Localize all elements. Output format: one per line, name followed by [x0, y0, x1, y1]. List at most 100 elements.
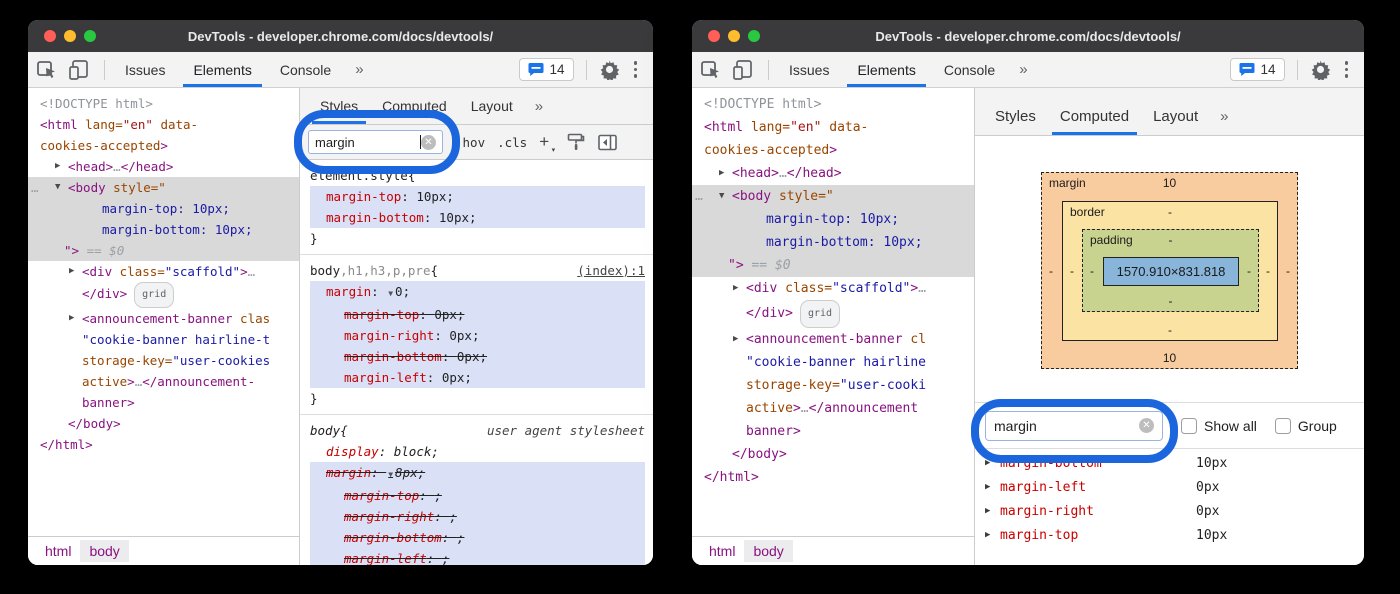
- tab-styles[interactable]: Styles: [308, 88, 370, 124]
- computed-property-row[interactable]: ▶margin-bottom10px: [975, 451, 1364, 475]
- css-property[interactable]: margin-left: ;: [310, 548, 645, 565]
- clear-filter-icon[interactable]: ✕: [421, 135, 436, 150]
- margin-right-value[interactable]: -: [1286, 264, 1290, 278]
- dom-node-line[interactable]: "> == $0: [28, 240, 299, 261]
- dom-node-line[interactable]: </body>: [28, 413, 299, 434]
- dom-node-line[interactable]: <!DOCTYPE html>: [28, 93, 299, 114]
- margin-top-value[interactable]: 10: [1042, 176, 1297, 190]
- dom-node-line[interactable]: …▼<body style=": [28, 177, 299, 198]
- tab-console[interactable]: Console: [930, 52, 1009, 87]
- dom-node-line[interactable]: ▶<div class="scaffold">…: [692, 277, 974, 300]
- dom-node-line[interactable]: </html>: [692, 466, 974, 489]
- dom-node-line[interactable]: cookies-accepted>: [28, 135, 299, 156]
- minimize-button[interactable]: [64, 30, 76, 42]
- css-property[interactable]: margin-bottom: 0px;: [310, 346, 645, 367]
- expand-arrow-right-icon[interactable]: ▶: [69, 261, 74, 282]
- expand-arrow-right-icon[interactable]: ▶: [69, 308, 74, 329]
- padding-left-value[interactable]: -: [1090, 264, 1094, 278]
- dom-node-line[interactable]: active>…</announcement-: [28, 371, 299, 392]
- dom-node-line[interactable]: banner>: [28, 392, 299, 413]
- toggle-classes-button[interactable]: .cls: [497, 135, 527, 150]
- tab-console[interactable]: Console: [266, 52, 345, 87]
- tab-computed[interactable]: Computed: [1048, 108, 1141, 135]
- margin-bottom-value[interactable]: 10: [1042, 351, 1297, 365]
- tab-elements[interactable]: Elements: [179, 52, 265, 87]
- expand-arrow-right-icon[interactable]: ▶: [733, 328, 738, 351]
- zoom-button[interactable]: [84, 30, 96, 42]
- menu-kebab-icon[interactable]: [626, 61, 646, 78]
- css-property[interactable]: margin-right: 0px;: [310, 325, 645, 346]
- clear-filter-icon[interactable]: ✕: [1139, 418, 1154, 433]
- checkbox-icon[interactable]: [1181, 418, 1197, 434]
- more-tabs-icon[interactable]: »: [1210, 108, 1238, 135]
- dom-node-line[interactable]: </body>: [692, 443, 974, 466]
- dock-sidebar-icon[interactable]: [598, 134, 618, 151]
- expand-arrow-down-icon[interactable]: ▼: [719, 185, 724, 208]
- dom-node-line[interactable]: "> == $0: [692, 254, 974, 277]
- more-tabs-icon[interactable]: »: [525, 88, 553, 124]
- more-tabs-icon[interactable]: »: [1009, 52, 1037, 87]
- computed-property-row[interactable]: ▶margin-left0px: [975, 475, 1364, 499]
- breadcrumb-html[interactable]: html: [36, 540, 80, 562]
- grid-badge[interactable]: grid: [134, 282, 174, 308]
- more-tabs-icon[interactable]: »: [345, 52, 373, 87]
- dom-node-line[interactable]: …▼<body style=": [692, 185, 974, 208]
- dom-node-line[interactable]: ▶<head>…</head>: [28, 156, 299, 177]
- expand-arrow-right-icon[interactable]: ▶: [985, 458, 1000, 468]
- breadcrumb-html[interactable]: html: [700, 540, 744, 562]
- menu-kebab-icon[interactable]: [1337, 61, 1357, 78]
- expand-arrow-right-icon[interactable]: ▶: [719, 162, 724, 185]
- new-style-rule-button[interactable]: +▾: [539, 132, 554, 152]
- device-toolbar-icon[interactable]: [732, 59, 754, 81]
- border-left-value[interactable]: -: [1070, 264, 1074, 278]
- dom-node-line[interactable]: <html lang="en" data-: [692, 116, 974, 139]
- expand-shorthand-icon[interactable]: ▼: [386, 289, 395, 298]
- css-property[interactable]: margin-top: ;: [310, 485, 645, 506]
- tab-issues[interactable]: Issues: [111, 52, 179, 87]
- padding-right-value[interactable]: -: [1247, 264, 1251, 278]
- box-model-content[interactable]: 1570.910×831.818: [1103, 257, 1239, 286]
- css-property[interactable]: margin-bottom: 10px;: [310, 207, 645, 228]
- tab-computed[interactable]: Computed: [370, 88, 459, 124]
- margin-left-value[interactable]: -: [1049, 264, 1053, 278]
- border-bottom-value[interactable]: -: [1063, 323, 1277, 337]
- dom-node-line[interactable]: banner>: [692, 420, 974, 443]
- breadcrumb-body[interactable]: body: [80, 540, 128, 562]
- tab-issues[interactable]: Issues: [775, 52, 843, 87]
- border-top-value[interactable]: -: [1063, 205, 1277, 219]
- dom-node-line[interactable]: <html lang="en" data-: [28, 114, 299, 135]
- hidden-nodes-ellipsis[interactable]: …: [695, 185, 703, 208]
- dom-node-line[interactable]: ▶<announcement-banner cl: [692, 328, 974, 351]
- computed-filter-input[interactable]: margin ✕: [985, 411, 1163, 441]
- dom-node-line[interactable]: margin-top: 10px;: [28, 198, 299, 219]
- tab-styles[interactable]: Styles: [983, 108, 1048, 135]
- dom-node-line[interactable]: margin-bottom: 10px;: [692, 231, 974, 254]
- expand-arrow-right-icon[interactable]: ▶: [985, 482, 1000, 492]
- box-model-margin[interactable]: margin 10 10 - - border - - - - paddin: [1041, 172, 1298, 369]
- dom-node-line[interactable]: </div>grid: [28, 282, 299, 308]
- dom-node-line[interactable]: </html>: [28, 434, 299, 455]
- css-property[interactable]: margin-left: 0px;: [310, 367, 645, 388]
- show-all-checkbox[interactable]: Show all: [1181, 418, 1257, 434]
- expand-arrow-down-icon[interactable]: ▼: [55, 177, 60, 198]
- rule-selector[interactable]: body, h1, h3, p, pre {(index):1: [310, 260, 645, 281]
- box-model-border[interactable]: border - - - - padding - - - -: [1062, 201, 1278, 341]
- settings-gear-icon[interactable]: [599, 59, 620, 80]
- dom-node-line[interactable]: ▶<announcement-banner clas: [28, 308, 299, 329]
- computed-property-row[interactable]: ▶margin-top10px: [975, 523, 1364, 547]
- dom-node-line[interactable]: storage-key="user-cookies: [28, 350, 299, 371]
- toggle-hover-state-button[interactable]: :hov: [455, 135, 485, 150]
- dom-node-line[interactable]: margin-top: 10px;: [692, 208, 974, 231]
- dom-node-line[interactable]: storage-key="user-cooki: [692, 374, 974, 397]
- css-property[interactable]: display: block;: [310, 441, 645, 462]
- border-right-value[interactable]: -: [1266, 264, 1270, 278]
- breadcrumb-body[interactable]: body: [744, 540, 792, 562]
- expand-shorthand-icon[interactable]: ▼: [386, 470, 395, 479]
- hidden-nodes-ellipsis[interactable]: …: [31, 177, 39, 198]
- paint-roller-icon[interactable]: [566, 132, 586, 152]
- css-property[interactable]: margin: ▼0;: [310, 281, 645, 304]
- issues-counter[interactable]: 14: [1230, 58, 1284, 81]
- computed-property-row[interactable]: ▶margin-right0px: [975, 499, 1364, 523]
- tab-elements[interactable]: Elements: [843, 52, 929, 87]
- tab-layout[interactable]: Layout: [459, 88, 525, 124]
